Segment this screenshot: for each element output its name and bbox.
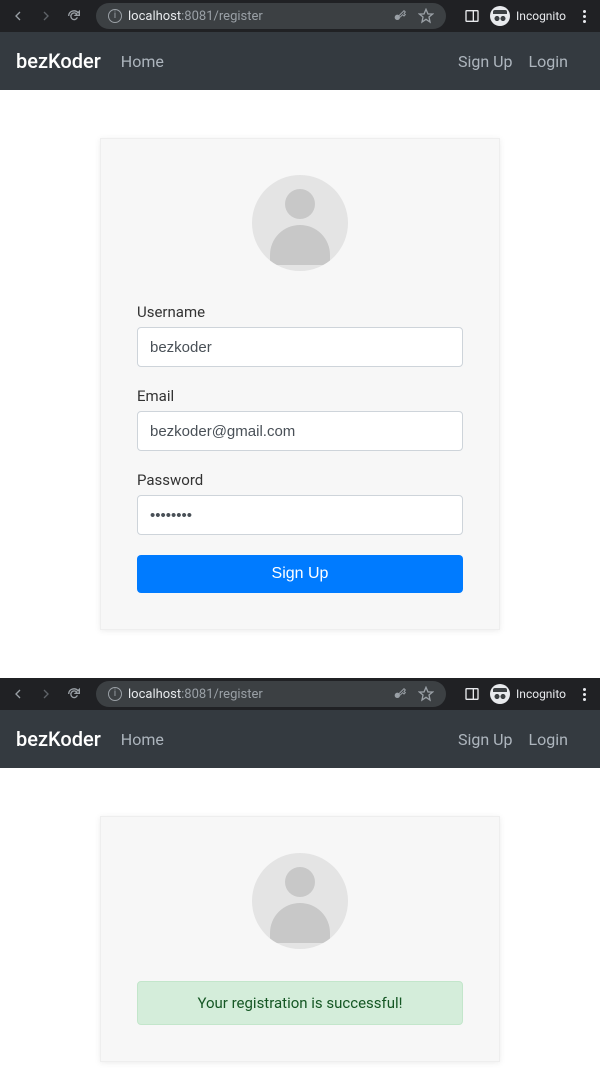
key-icon[interactable] bbox=[392, 8, 408, 24]
url-path: /register bbox=[214, 687, 263, 702]
address-bar[interactable]: i localhost:8081/register bbox=[96, 681, 446, 707]
back-button[interactable] bbox=[8, 684, 28, 704]
nav-signup[interactable]: Sign Up bbox=[458, 52, 513, 71]
back-button[interactable] bbox=[8, 6, 28, 26]
app-navbar: bezKoder Home Sign Up Login bbox=[0, 32, 600, 90]
app-navbar-2: bezKoder Home Sign Up Login bbox=[0, 710, 600, 768]
address-bar[interactable]: i localhost:8081/register bbox=[96, 3, 446, 29]
incognito-badge[interactable]: Incognito bbox=[490, 684, 566, 704]
browser-menu-button[interactable] bbox=[576, 10, 592, 23]
password-input[interactable] bbox=[137, 495, 463, 535]
avatar-placeholder-icon bbox=[252, 853, 348, 949]
url-text: localhost:8081/register bbox=[128, 9, 386, 24]
register-card-success: Your registration is successful! bbox=[100, 816, 500, 1062]
browser-menu-button[interactable] bbox=[576, 688, 592, 701]
url-port: :8081 bbox=[181, 9, 213, 24]
forward-button[interactable] bbox=[36, 6, 56, 26]
side-panel-icon[interactable] bbox=[464, 686, 480, 702]
browser-toolbar: i localhost:8081/register Incognito bbox=[0, 0, 600, 32]
incognito-icon bbox=[490, 6, 510, 26]
username-label: Username bbox=[137, 303, 463, 321]
email-input[interactable] bbox=[137, 411, 463, 451]
incognito-label: Incognito bbox=[516, 9, 566, 23]
nav-login[interactable]: Login bbox=[529, 730, 568, 749]
success-alert: Your registration is successful! bbox=[137, 981, 463, 1025]
key-icon[interactable] bbox=[392, 686, 408, 702]
url-host: localhost bbox=[128, 9, 181, 24]
page-content-form: Username Email Password Sign Up bbox=[0, 90, 600, 678]
reload-button[interactable] bbox=[64, 6, 84, 26]
bookmark-icon[interactable] bbox=[418, 8, 434, 24]
url-port: :8081 bbox=[181, 687, 213, 702]
brand-logo[interactable]: bezKoder bbox=[16, 727, 101, 751]
site-info-icon[interactable]: i bbox=[108, 9, 122, 23]
nav-login[interactable]: Login bbox=[529, 52, 568, 71]
incognito-label: Incognito bbox=[516, 687, 566, 701]
nav-home[interactable]: Home bbox=[121, 52, 164, 71]
url-path: /register bbox=[214, 9, 263, 24]
register-card: Username Email Password Sign Up bbox=[100, 138, 500, 630]
page-content-success: Your registration is successful! bbox=[0, 768, 600, 1086]
password-label: Password bbox=[137, 471, 463, 489]
site-info-icon[interactable]: i bbox=[108, 687, 122, 701]
incognito-icon bbox=[490, 684, 510, 704]
nav-home[interactable]: Home bbox=[121, 730, 164, 749]
url-text: localhost:8081/register bbox=[128, 687, 386, 702]
email-label: Email bbox=[137, 387, 463, 405]
incognito-badge[interactable]: Incognito bbox=[490, 6, 566, 26]
username-input[interactable] bbox=[137, 327, 463, 367]
signup-button[interactable]: Sign Up bbox=[137, 555, 463, 593]
reload-button[interactable] bbox=[64, 684, 84, 704]
nav-signup[interactable]: Sign Up bbox=[458, 730, 513, 749]
url-host: localhost bbox=[128, 687, 181, 702]
avatar-placeholder-icon bbox=[252, 175, 348, 271]
browser-toolbar-2: i localhost:8081/register Incognito bbox=[0, 678, 600, 710]
side-panel-icon[interactable] bbox=[464, 8, 480, 24]
forward-button[interactable] bbox=[36, 684, 56, 704]
bookmark-icon[interactable] bbox=[418, 686, 434, 702]
brand-logo[interactable]: bezKoder bbox=[16, 49, 101, 73]
